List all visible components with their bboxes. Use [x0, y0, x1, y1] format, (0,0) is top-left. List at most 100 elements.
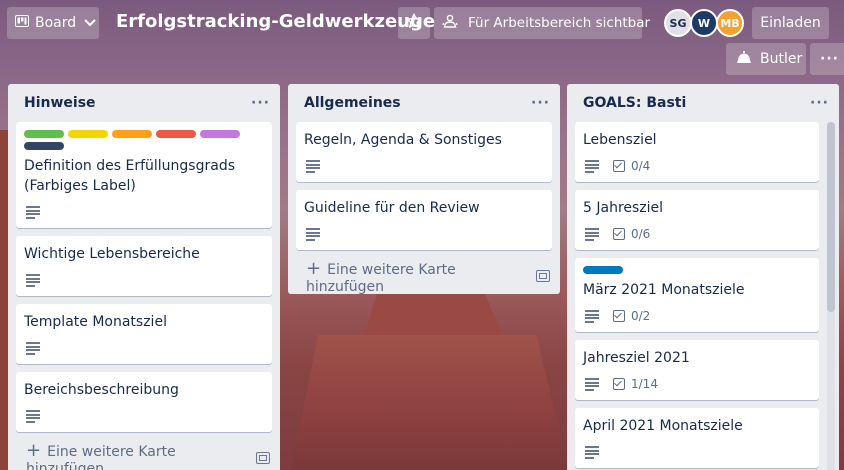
checklist-icon	[613, 310, 625, 322]
card-labels	[24, 130, 264, 150]
card-badges	[24, 338, 264, 358]
checklist-count: 0/2	[631, 309, 651, 323]
card-badges: 0/4	[583, 156, 811, 176]
card-badges: 0/6	[583, 224, 811, 244]
list-menu-icon[interactable]: ···	[251, 95, 270, 111]
card-title: Definition des Erfüllungsgrads (Farbiges…	[24, 158, 235, 194]
card-title: Lebensziel	[583, 132, 657, 148]
card-labels	[583, 266, 811, 274]
checklist-count: 0/6	[631, 227, 651, 241]
card-template-icon[interactable]	[256, 452, 270, 464]
checklist-badge: 0/2	[613, 306, 650, 326]
card-title: Wichtige Lebensbereiche	[24, 246, 200, 262]
plus-icon: +	[26, 439, 42, 461]
card-badges: 0/2	[583, 306, 811, 326]
checklist-icon	[613, 228, 625, 240]
board-menu-button[interactable]: Board	[7, 7, 99, 39]
checklist-count: 0/4	[631, 159, 651, 173]
list-menu-icon[interactable]: ···	[531, 95, 550, 111]
card-5-jahresziel[interactable]: 5 Jahresziel 0/6	[575, 190, 819, 250]
show-menu-button[interactable]: ···	[810, 43, 844, 75]
description-icon	[306, 160, 320, 173]
checklist-badge: 0/4	[613, 156, 650, 176]
description-icon	[26, 274, 40, 287]
label-red[interactable]	[156, 130, 196, 138]
description-icon	[585, 310, 599, 323]
butler-button[interactable]: Butler	[726, 43, 806, 75]
checklist-icon	[613, 160, 625, 172]
card-template-monatsziel[interactable]: Template Monatsziel	[16, 304, 272, 364]
star-icon	[406, 13, 422, 33]
card-badges	[24, 270, 264, 290]
list-scrollbar[interactable]	[827, 122, 835, 470]
visibility-button[interactable]: Für Arbeitsbereich sichtbar	[434, 7, 650, 39]
card-title: Regeln, Agenda & Sonstiges	[304, 132, 502, 148]
label-orange[interactable]	[112, 130, 152, 138]
label-purple[interactable]	[200, 130, 240, 138]
list-title[interactable]: GOALS: Basti	[583, 95, 686, 111]
list-header: GOALS: Basti ···	[567, 84, 839, 122]
list-header: Hinweise ···	[8, 84, 280, 122]
card-badges	[24, 202, 264, 222]
board-title[interactable]: Erfolgstracking-Geldwerkzeuge	[116, 11, 435, 32]
list-title[interactable]: Allgemeines	[304, 95, 401, 111]
checklist-icon	[613, 378, 625, 390]
card-title: Guideline für den Review	[304, 200, 480, 216]
card-badges	[24, 406, 264, 426]
list-allgemeines: Allgemeines ··· Regeln, Agenda & Sonstig…	[288, 84, 560, 295]
card-title: März 2021 Monatsziele	[583, 282, 745, 298]
card-wichtige-lebensbereiche[interactable]: Wichtige Lebensbereiche	[16, 236, 272, 296]
description-icon	[26, 410, 40, 423]
list-goals-basti: GOALS: Basti ··· Lebensziel 0/4 5 Jahres…	[567, 84, 839, 470]
label-black[interactable]	[24, 142, 64, 150]
chevron-down-icon	[84, 15, 96, 31]
card-badges	[304, 224, 544, 244]
card-title: Jahresziel 2021	[583, 350, 690, 366]
description-icon	[585, 228, 599, 241]
board-header: Board Erfolgstracking-Geldwerkzeuge Für …	[0, 0, 844, 75]
star-button[interactable]	[398, 7, 430, 39]
member-avatar-mb[interactable]: MB	[716, 9, 744, 37]
card-bereichsbeschreibung[interactable]: Bereichsbeschreibung	[16, 372, 272, 432]
add-card-button[interactable]: + Eine weitere Karte hinzufügen	[8, 440, 280, 470]
card-lebensziel[interactable]: Lebensziel 0/4	[575, 122, 819, 182]
board-icon	[15, 15, 29, 31]
card-badges	[583, 442, 811, 462]
card-badges	[304, 156, 544, 176]
card-regeln-agenda[interactable]: Regeln, Agenda & Sonstiges	[296, 122, 552, 182]
card-guideline-review[interactable]: Guideline für den Review	[296, 190, 552, 250]
member-avatar-sg[interactable]: SG	[664, 9, 692, 37]
add-card-button[interactable]: + Eine weitere Karte hinzufügen	[288, 257, 560, 295]
card-jahresziel-2021[interactable]: Jahresziel 2021 1/14	[575, 340, 819, 400]
list-menu-icon[interactable]: ···	[810, 95, 829, 111]
butler-bell-icon	[736, 50, 752, 68]
plus-icon: +	[306, 257, 322, 279]
member-avatar-w[interactable]: W	[690, 9, 718, 37]
checklist-badge: 1/14	[613, 374, 658, 394]
card-definition-erfuellungsgrad[interactable]: Definition des Erfüllungsgrads (Farbiges…	[16, 122, 272, 228]
description-icon	[585, 160, 599, 173]
card-april-2021-monatsziele[interactable]: April 2021 Monatsziele	[575, 408, 819, 468]
description-icon	[26, 206, 40, 219]
description-icon	[306, 228, 320, 241]
card-template-icon[interactable]	[536, 270, 550, 282]
visibility-label: Für Arbeitsbereich sichtbar	[468, 15, 651, 31]
add-card-label: Eine weitere Karte hinzufügen	[306, 261, 456, 295]
background-mesa-base	[290, 335, 570, 470]
scrollbar-thumb[interactable]	[827, 122, 835, 312]
card-title: 5 Jahresziel	[583, 200, 664, 216]
invite-button[interactable]: Einladen	[752, 7, 829, 39]
description-icon	[585, 378, 599, 391]
label-blue[interactable]	[583, 266, 623, 274]
card-title: April 2021 Monatsziele	[583, 418, 743, 434]
label-green[interactable]	[24, 130, 64, 138]
card-badges: 1/14	[583, 374, 811, 394]
card-title: Bereichsbeschreibung	[24, 382, 179, 398]
card-maerz-2021-monatsziele[interactable]: März 2021 Monatsziele 0/2	[575, 258, 819, 332]
checklist-badge: 0/6	[613, 224, 650, 244]
butler-label: Butler	[760, 51, 803, 67]
description-icon	[585, 446, 599, 459]
board-menu-label: Board	[35, 15, 77, 31]
label-yellow[interactable]	[68, 130, 108, 138]
list-title[interactable]: Hinweise	[24, 95, 96, 111]
